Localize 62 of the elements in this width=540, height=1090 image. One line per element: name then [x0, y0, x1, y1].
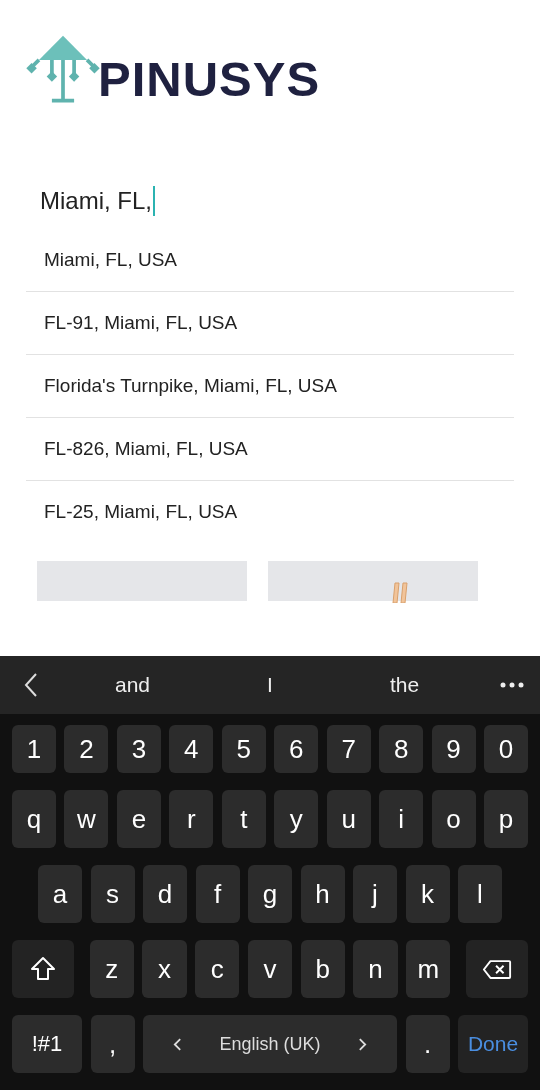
logo-wordmark: PINUSYS — [98, 55, 321, 104]
keyboard-key[interactable]: e — [116, 790, 161, 848]
language-label: English (UK) — [219, 1033, 321, 1055]
keyboard-key[interactable]: f — [195, 865, 240, 923]
stroke-marks-icon — [392, 581, 410, 603]
suggestion-item[interactable]: FL-25, Miami, FL, USA — [26, 481, 514, 543]
done-key[interactable]: Done — [458, 1015, 528, 1073]
left-chevron-icon — [173, 1036, 182, 1052]
space-key[interactable]: English (UK) — [143, 1015, 397, 1073]
keyboard-key[interactable]: p — [484, 790, 529, 848]
keyboard-key[interactable]: j — [353, 865, 397, 923]
symbols-key[interactable]: !#1 — [12, 1015, 82, 1073]
keyboard-key[interactable]: r — [169, 790, 214, 848]
keyboard-key[interactable]: 0 — [484, 725, 529, 773]
shift-key[interactable] — [12, 940, 74, 998]
keyboard-key[interactable]: v — [247, 940, 293, 998]
keyboard-key[interactable]: , — [90, 1015, 135, 1073]
keyboard-key[interactable]: 4 — [169, 725, 214, 773]
keyboard-key[interactable]: . — [405, 1015, 450, 1073]
keyboard-key[interactable]: a — [38, 865, 82, 923]
keyboard-key[interactable]: s — [90, 865, 135, 923]
keyboard-key[interactable]: m — [406, 940, 451, 998]
word-suggestion[interactable]: I — [267, 673, 273, 697]
suggestion-item[interactable]: Miami, FL, USA — [26, 229, 514, 292]
keyboard-key[interactable]: o — [431, 790, 476, 848]
keyboard-key[interactable]: x — [142, 940, 187, 998]
keyboard-key[interactable]: k — [405, 865, 450, 923]
back-chevron-icon[interactable] — [24, 672, 38, 698]
keyboard-key[interactable]: c — [195, 940, 240, 998]
keyboard-key[interactable]: z — [89, 940, 134, 998]
keyboard-key[interactable]: l — [458, 865, 502, 923]
shift-arrow-icon — [30, 956, 56, 982]
word-suggestion[interactable]: and — [115, 673, 151, 697]
suggestion-item[interactable]: FL-91, Miami, FL, USA — [26, 292, 514, 355]
search-field[interactable]: Miami, FL, — [40, 181, 155, 221]
keyboard-key[interactable]: 9 — [431, 725, 476, 773]
suggestion-item[interactable]: Florida's Turnpike, Miami, FL, USA — [26, 355, 514, 418]
keyboard-key[interactable]: q — [12, 790, 56, 848]
keyboard-key[interactable]: t — [221, 790, 266, 848]
backspace-icon — [481, 958, 512, 980]
right-chevron-icon — [358, 1036, 367, 1052]
text-cursor — [153, 186, 155, 216]
keyboard-key[interactable]: 1 — [12, 725, 56, 773]
backspace-key[interactable] — [465, 940, 528, 998]
keyboard-key[interactable]: 3 — [116, 725, 161, 773]
suggestion-item[interactable]: FL-826, Miami, FL, USA — [26, 418, 514, 481]
keyboard-key[interactable]: w — [64, 790, 109, 848]
keyboard-key[interactable]: 6 — [274, 725, 319, 773]
keyboard-key[interactable]: d — [143, 865, 187, 923]
keyboard-key[interactable]: 7 — [326, 725, 371, 773]
keyboard-key[interactable]: u — [326, 790, 371, 848]
keyboard-key[interactable]: 2 — [64, 725, 109, 773]
keyboard-key[interactable]: b — [300, 940, 345, 998]
keyboard-key[interactable]: n — [353, 940, 398, 998]
keyboard-key[interactable]: g — [248, 865, 292, 923]
word-suggestion[interactable]: the — [390, 673, 420, 697]
keyboard-key[interactable]: h — [300, 865, 345, 923]
keyboard-key[interactable]: 8 — [379, 725, 424, 773]
keyboard-key[interactable]: 5 — [221, 725, 266, 773]
keyboard-key[interactable]: i — [379, 790, 424, 848]
keyboard-key[interactable]: y — [274, 790, 319, 848]
more-icon[interactable] — [500, 682, 524, 688]
